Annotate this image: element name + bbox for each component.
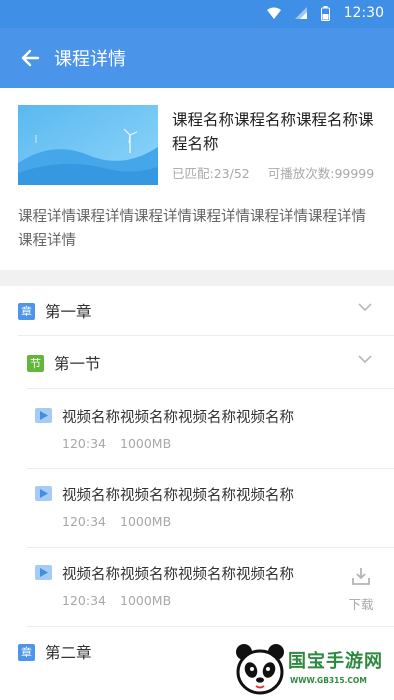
play-count: 可播放次数:99999 (267, 166, 375, 181)
status-icons: 12:30 (266, 5, 384, 21)
video-item[interactable]: 视频名称视频名称视频名称视频名称 120:34 1000MB (0, 390, 394, 468)
course-card: 课程名称课程名称课程名称课程名称 已匹配:23/52 可播放次数:99999 课… (0, 88, 394, 270)
play-icon (35, 565, 52, 580)
chapter-title: 第一章 (45, 303, 92, 321)
course-thumbnail (18, 105, 158, 185)
arrow-left-icon (21, 49, 40, 67)
matched-count: 已匹配:23/52 (172, 166, 250, 181)
wifi-icon (266, 7, 281, 19)
video-title: 视频名称视频名称视频名称视频名称 (62, 488, 294, 504)
download-button[interactable]: 下载 (346, 566, 376, 613)
signal-icon (294, 7, 307, 19)
divider (27, 626, 394, 627)
video-item[interactable]: 视频名称视频名称视频名称视频名称 120:34 1000MB (0, 549, 394, 627)
video-duration: 120:34 (62, 436, 106, 451)
video-item[interactable]: 视频名称视频名称视频名称视频名称 120:34 1000MB (0, 470, 394, 548)
course-meta: 已匹配:23/52 可播放次数:99999 (172, 163, 374, 182)
section-row[interactable]: 节 第一节 (0, 339, 394, 387)
chevron-down-icon (358, 303, 372, 312)
divider (27, 547, 394, 548)
section-gap (0, 270, 394, 286)
download-label: 下载 (348, 597, 374, 612)
chapter-title: 第二章 (45, 644, 92, 662)
download-icon (352, 568, 370, 585)
play-icon (35, 408, 52, 423)
watermark-text: 国宝手游网 (288, 651, 383, 672)
battery-icon (320, 5, 330, 21)
course-description: 课程详情课程详情课程详情课程详情课程详情课程详情课程详情 (18, 209, 366, 249)
section-tag: 节 (27, 354, 44, 372)
video-duration: 120:34 (62, 593, 106, 608)
chevron-down-icon (358, 355, 372, 364)
chapter-row[interactable]: 章 第一章 (0, 287, 394, 335)
video-duration: 120:34 (62, 514, 106, 529)
panda-logo-icon (236, 644, 284, 695)
page-title: 课程详情 (54, 49, 126, 70)
divider (27, 468, 394, 469)
play-icon (35, 486, 52, 501)
video-title: 视频名称视频名称视频名称视频名称 (62, 410, 294, 426)
video-size: 1000MB (120, 436, 172, 451)
chapter-tag: 章 (18, 643, 35, 661)
divider (18, 335, 394, 336)
back-button[interactable] (12, 40, 48, 76)
status-bar: 12:30 (0, 0, 394, 28)
chapter-tag: 章 (18, 302, 35, 320)
course-name: 课程名称课程名称课程名称课程名称 (172, 111, 374, 153)
divider (27, 388, 394, 389)
watermark: 国宝手游网 WWW.GB315.COM (226, 636, 394, 700)
video-title: 视频名称视频名称视频名称视频名称 (62, 567, 294, 583)
watermark-url: WWW.GB315.COM (290, 676, 367, 685)
video-size: 1000MB (120, 593, 172, 608)
app-bar: 课程详情 (0, 28, 394, 88)
status-time: 12:30 (343, 5, 384, 21)
video-size: 1000MB (120, 514, 172, 529)
section-title: 第一节 (54, 355, 101, 373)
